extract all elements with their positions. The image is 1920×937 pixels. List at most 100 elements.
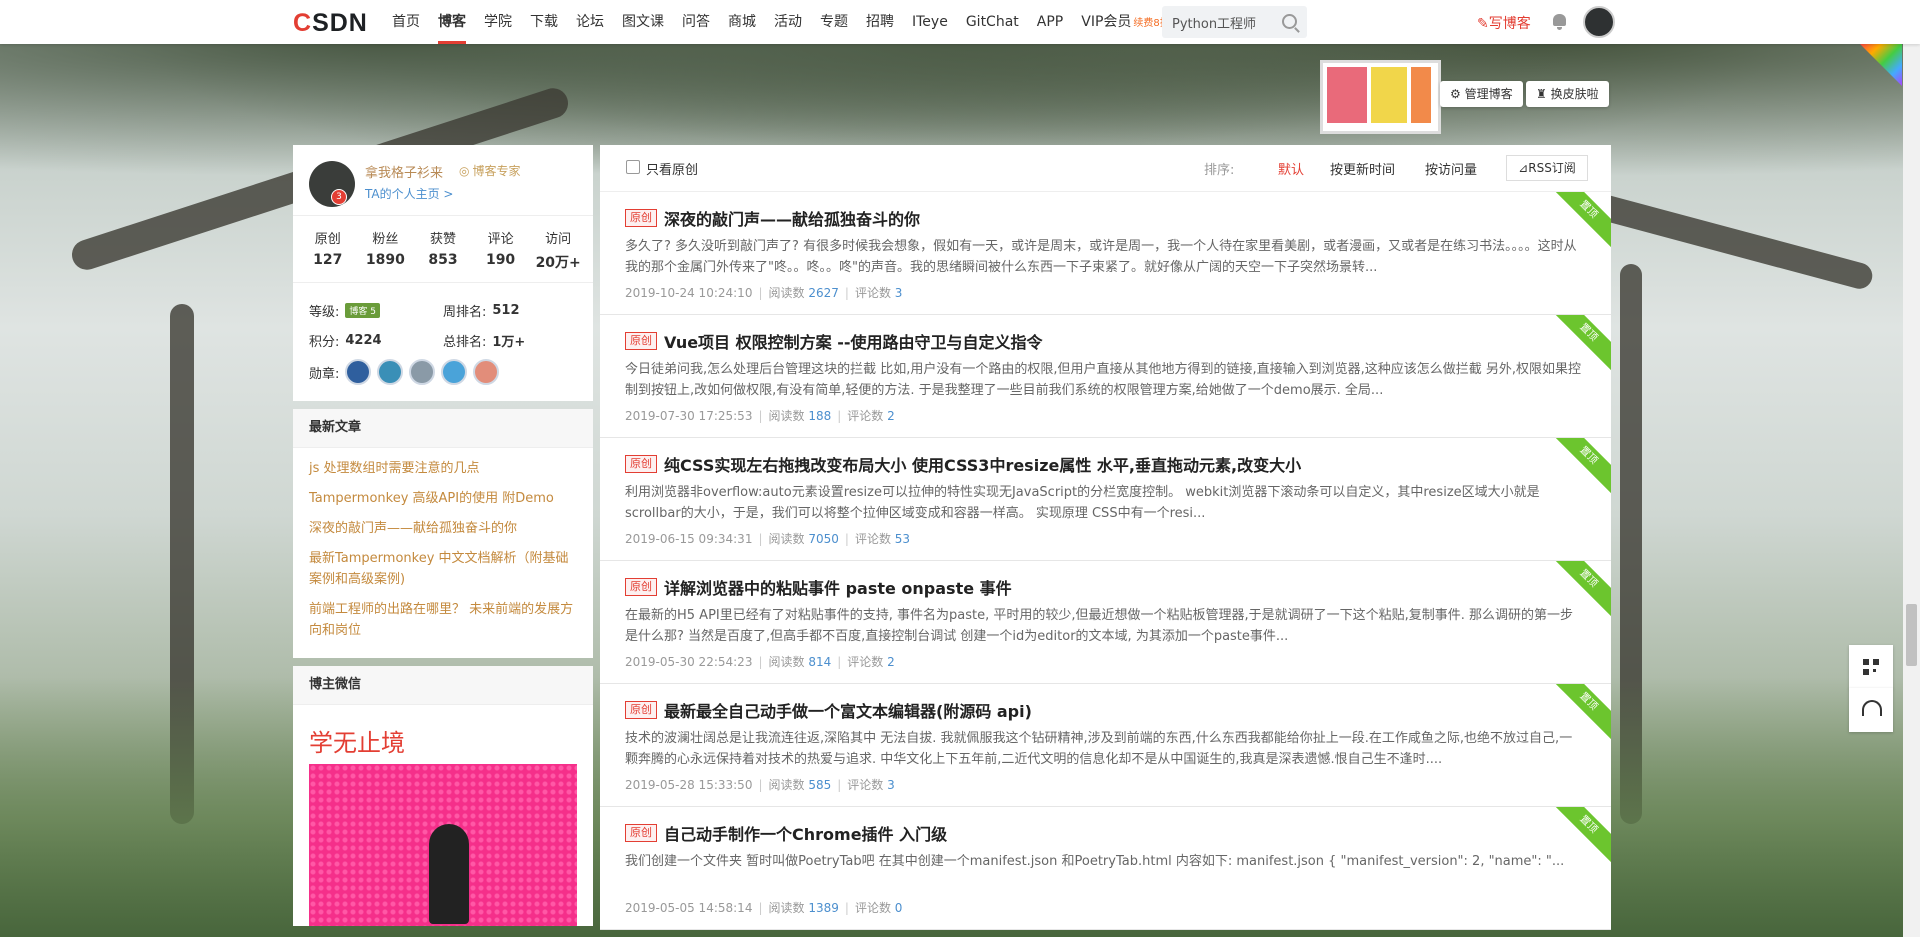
logo-text: SDN (312, 9, 368, 37)
medal-icon[interactable] (441, 359, 468, 385)
page-scrollbar[interactable] (1903, 44, 1920, 937)
article-title[interactable]: 深夜的敲门声——献给孤独奋斗的你 (664, 206, 920, 230)
views-label: 阅读数 (768, 409, 805, 423)
recent-article-link[interactable]: js 处理数组时需要注意的几点 (309, 458, 577, 479)
article-summary[interactable]: 利用浏览器非overflow:auto元素设置resize可以拉伸的特性实现无J… (625, 482, 1585, 524)
personal-homepage-link[interactable]: TA的个人主页 > (365, 185, 453, 202)
article-title[interactable]: 详解浏览器中的粘贴事件 paste onpaste 事件 (664, 575, 1012, 599)
recent-article-link[interactable]: 最新Tampermonkey 中文文档解析（附基础案例和高级案例) (309, 548, 577, 590)
comments-label: 评论数 (854, 532, 891, 546)
views-count: 7050 (808, 532, 839, 546)
only-original-checkbox[interactable] (626, 160, 640, 174)
nav-item-forum[interactable]: 论坛 (576, 0, 604, 44)
customer-service-button[interactable] (1849, 688, 1893, 732)
article-item[interactable]: 置顶 原创 纯CSS实现左右拖拽改变布局大小 使用CSS3中resize属性 水平,… (600, 438, 1611, 561)
views-label: 阅读数 (768, 901, 805, 915)
sort-by-time-option[interactable]: 按更新时间 (1330, 159, 1395, 178)
bell-icon[interactable] (1553, 14, 1566, 30)
article-title-row: 原创 自己动手制作一个Chrome插件 入门级 (625, 821, 947, 845)
figure-illustration (429, 824, 469, 924)
article-meta: 2019-05-05 14:58:14 | 阅读数 1389 | 评论数 0 (625, 899, 902, 916)
qr-code-button[interactable] (1849, 645, 1893, 689)
gear-icon: ⚙ (1450, 87, 1465, 101)
nav-item-iteye[interactable]: ITeye (912, 0, 948, 44)
nav-item-academy[interactable]: 学院 (484, 0, 512, 44)
nav-item-courses[interactable]: 图文课 (622, 0, 664, 44)
article-summary[interactable]: 技术的波澜壮阔总是让我流连往返,深陷其中 无法自拔. 我就佩服我这个钻研精神,涉… (625, 728, 1585, 770)
recent-article-link[interactable]: 前端工程师的出路在哪里？ 未来前端的发展方向和岗位 (309, 599, 577, 641)
article-item[interactable]: 置顶 原创 自己动手制作一个Chrome插件 入门级 我们创建一个文件夹 暂时叫做Po… (600, 807, 1611, 930)
week-rank-info: 周排名: 512 (443, 301, 577, 320)
nav-item-events[interactable]: 活动 (774, 0, 802, 44)
user-avatar[interactable] (1583, 6, 1615, 38)
recent-articles-title: 最新文章 (293, 409, 593, 448)
separator: | (844, 532, 849, 546)
csdn-logo[interactable]: CSDN (293, 9, 368, 38)
separator: | (758, 532, 763, 546)
change-skin-button[interactable]: ♜ 换皮肤啦 (1526, 81, 1609, 107)
stat-original: 原创 127 (299, 228, 357, 272)
rss-subscribe-button[interactable]: ⊿RSS订阅 (1506, 155, 1588, 181)
nav-item-qa[interactable]: 问答 (682, 0, 710, 44)
original-badge: 原创 (625, 578, 657, 596)
stat-value: 853 (428, 252, 458, 268)
separator: | (844, 901, 849, 915)
comments-count: 2 (887, 655, 895, 669)
change-skin-label: 换皮肤啦 (1550, 87, 1599, 101)
write-blog-button[interactable]: ✎写博客 (1477, 13, 1531, 33)
stat-label: 粉丝 (372, 232, 399, 247)
medal-icon[interactable] (345, 359, 372, 385)
article-item[interactable]: 置顶 原创 详解浏览器中的粘贴事件 paste onpaste 事件 在最新的H5 A… (600, 561, 1611, 684)
article-summary[interactable]: 在最新的H5 API里已经有了对粘贴事件的支持, 事件名为paste, 平时用的… (625, 605, 1585, 647)
stat-label: 获赞 (429, 232, 456, 247)
article-summary[interactable]: 今日徒弟问我,怎么处理后台管理这块的拦截 比如,用户没有一个路由的权限,但用户直… (625, 359, 1585, 401)
article-list-panel: 只看原创 排序: 默认 按更新时间 按访问量 ⊿RSS订阅 置顶 原创 深夜的敲门声… (600, 145, 1611, 930)
article-item[interactable]: 置顶 原创 最新最全自己动手做一个富文本编辑器(附源码 api) 技术的波澜壮阔总是让… (600, 684, 1611, 807)
nav-item-gitchat[interactable]: GitChat (966, 0, 1019, 44)
nav-item-download[interactable]: 下载 (530, 0, 558, 44)
stat-likes: 获赞 853 (414, 228, 472, 272)
blogger-name[interactable]: 拿我格子衫来 (365, 162, 443, 181)
stat-value: 127 (313, 252, 343, 268)
scrollbar-thumb[interactable] (1906, 604, 1917, 666)
week-rank-value: 512 (492, 302, 520, 318)
recent-article-link[interactable]: Tampermonkey 高级API的使用 附Demo (309, 488, 577, 509)
article-title-row: 原创 Vue项目 权限控制方案 --使用路由守卫与自定义指令 (625, 329, 1042, 353)
nav-item-app[interactable]: APP (1037, 0, 1063, 44)
article-item[interactable]: 置顶 原创 Vue项目 权限控制方案 --使用路由守卫与自定义指令 今日徒弟问我,怎么… (600, 315, 1611, 438)
total-rank-info: 总排名: 1万+ (443, 331, 577, 350)
article-summary[interactable]: 我们创建一个文件夹 暂时叫做PoetryTab吧 在其中创建一个manifest… (625, 851, 1585, 893)
article-date: 2019-05-05 14:58:14 (625, 901, 753, 915)
search-icon[interactable] (1282, 14, 1297, 29)
wechat-title: 博主微信 (293, 666, 593, 705)
nav-item-home[interactable]: 首页 (392, 0, 420, 44)
article-summary[interactable]: 多久了? 多久没听到敲门声了? 有很多时候我会想象，假如有一天，或许是周末，或许… (625, 236, 1585, 278)
blogger-level-badge: 3 (331, 189, 347, 205)
article-title[interactable]: 自己动手制作一个Chrome插件 入门级 (664, 821, 947, 845)
nav-item-topics[interactable]: 专题 (820, 0, 848, 44)
nav-item-blog[interactable]: 博客 (438, 0, 466, 44)
sort-by-views-option[interactable]: 按访问量 (1425, 159, 1477, 178)
nav-item-mall[interactable]: 商城 (728, 0, 756, 44)
only-original-label[interactable]: 只看原创 (646, 159, 698, 178)
medal-icon[interactable] (473, 359, 500, 385)
week-rank-label: 周排名: (443, 304, 487, 320)
article-title[interactable]: 纯CSS实现左右拖拽改变布局大小 使用CSS3中resize属性 水平,垂直拖动… (664, 452, 1301, 476)
recent-articles-list: js 处理数组时需要注意的几点 Tampermonkey 高级API的使用 附D… (293, 448, 593, 658)
medal-icon[interactable] (409, 359, 436, 385)
nav-item-vip[interactable]: VIP会员 续费8折 (1081, 0, 1170, 44)
sort-default-option[interactable]: 默认 (1278, 159, 1304, 178)
search-input[interactable] (1162, 6, 1282, 38)
recent-article-link[interactable]: 深夜的敲门声——献给孤独奋斗的你 (309, 518, 577, 539)
stat-label: 访问 (545, 232, 572, 247)
meta-row: 等级: 博客 5 周排名: 512 (309, 295, 577, 325)
article-item[interactable]: 置顶 原创 深夜的敲门声——献给孤独奋斗的你 多久了? 多久没听到敲门声了? 有很多时… (600, 192, 1611, 315)
stat-value: 1890 (365, 252, 405, 268)
article-title[interactable]: Vue项目 权限控制方案 --使用路由守卫与自定义指令 (664, 329, 1042, 353)
article-title[interactable]: 最新最全自己动手做一个富文本编辑器(附源码 api) (664, 698, 1032, 722)
separator: | (758, 778, 763, 792)
manage-blog-button[interactable]: ⚙ 管理博客 (1440, 81, 1523, 107)
medal-icon[interactable] (377, 359, 404, 385)
list-toolbar: 只看原创 排序: 默认 按更新时间 按访问量 ⊿RSS订阅 (600, 145, 1611, 192)
nav-item-jobs[interactable]: 招聘 (866, 0, 894, 44)
